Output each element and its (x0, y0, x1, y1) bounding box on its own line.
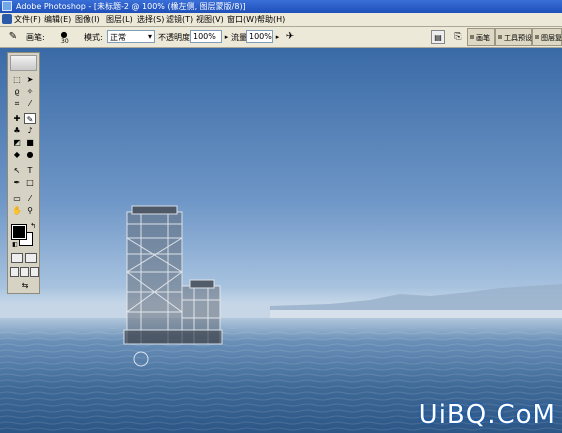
opacity-label: 不透明度: (158, 33, 193, 42)
menu-select[interactable]: 选择(S) (137, 14, 164, 25)
opacity-dropdown-icon[interactable]: ▸ (222, 30, 231, 44)
pen-tool-icon[interactable]: ✒ (11, 177, 23, 188)
clone-stamp-tool-icon[interactable]: ♣ (11, 125, 23, 136)
menu-window[interactable]: 窗口(W) (227, 14, 257, 25)
menu-view[interactable]: 视图(V) (196, 14, 224, 25)
jump-to-imageready-icon[interactable]: ⇆ (17, 280, 33, 291)
standard-mode-button[interactable] (11, 253, 23, 263)
menu-image[interactable]: 图像(I) (75, 14, 100, 25)
photoshop-logo-icon[interactable] (2, 14, 12, 24)
flow-dropdown-icon[interactable]: ▸ (273, 30, 282, 44)
canvas-image (0, 205, 562, 433)
photoshop-app-icon (2, 1, 12, 11)
shape-tool-icon[interactable]: □ (24, 177, 36, 188)
marquee-tool-icon[interactable]: ⬚ (11, 74, 23, 85)
swap-colors-icon[interactable]: ↰ (27, 221, 39, 232)
eraser-tool-icon[interactable]: ◩ (11, 137, 23, 148)
gradient-tool-icon[interactable]: ■ (24, 137, 36, 148)
screen-mode-full-menu-button[interactable] (20, 267, 29, 277)
options-bar: ✎ 画笔: ● 30 模式: 正常 ▾ 不透明度: 100% ▸ 流量: 100%… (0, 27, 562, 48)
history-brush-tool-icon[interactable]: ♪ (24, 125, 36, 136)
opacity-input[interactable]: 100% (190, 30, 222, 43)
zoom-tool-icon[interactable]: ⚲ (24, 205, 36, 216)
screen-mode-full-button[interactable] (30, 267, 39, 277)
menu-filter[interactable]: 滤镜(T) (166, 14, 193, 25)
healing-brush-tool-icon[interactable]: ✚ (11, 113, 23, 124)
menu-edit[interactable]: 编辑(E) (44, 14, 71, 25)
magic-wand-tool-icon[interactable]: ✧ (24, 86, 36, 97)
brush-tool-icon[interactable]: ✎ (24, 113, 36, 124)
file-browser-icon[interactable]: ▤ (431, 30, 445, 44)
watermark-logo: UiBQ.CoM (418, 400, 556, 430)
tab-brushes[interactable]: 画笔 (467, 28, 495, 46)
menu-help[interactable]: 帮助(H) (257, 14, 285, 25)
foreground-color-swatch[interactable] (11, 224, 27, 240)
tab-tool-presets[interactable]: 工具预设 (495, 28, 532, 46)
brush-size: 30 (61, 38, 69, 45)
menu-bar: 文件(F) 编辑(E) 图像(I) 图层(L) 选择(S) 滤镜(T) 视图(V… (0, 13, 562, 27)
window-title: Adobe Photoshop - [未标题-2 @ 100% (橡左侧, 图层… (16, 2, 246, 11)
mode-label: 模式: (84, 33, 103, 42)
type-tool-icon[interactable]: T (24, 165, 36, 176)
chevron-down-icon: ▾ (147, 32, 152, 41)
slice-tool-icon[interactable]: ⁄ (24, 98, 36, 109)
photoshop-feather-logo[interactable] (10, 55, 37, 71)
blur-tool-icon[interactable]: ◆ (11, 149, 23, 160)
document-canvas[interactable]: UiBQ.CoM (0, 48, 562, 433)
path-selection-tool-icon[interactable]: ↖ (11, 165, 23, 176)
tab-layer-comps[interactable]: 图层复合 (532, 28, 562, 46)
quick-mask-mode-button[interactable] (25, 253, 37, 263)
flow-input[interactable]: 100% (246, 30, 273, 43)
notes-tool-icon[interactable]: ▭ (11, 193, 23, 204)
toolbox: ⬚ ➤ ϱ ✧ ⌗ ⁄ ✚ ✎ ♣ ♪ ◩ ■ ◆ ● ↖ T ✒ □ ▭ ⁄ … (7, 52, 40, 294)
crop-tool-icon[interactable]: ⌗ (11, 98, 23, 109)
brush-tool-preset-icon[interactable]: ✎ (6, 30, 20, 44)
palette-well-icon[interactable]: ⎘ (451, 30, 465, 44)
screen-mode-standard-button[interactable] (10, 267, 19, 277)
default-colors-icon[interactable]: ◧ (9, 239, 21, 250)
menu-file[interactable]: 文件(F) (14, 14, 41, 25)
lasso-tool-icon[interactable]: ϱ (11, 86, 23, 97)
airbrush-icon[interactable]: ✈ (283, 30, 297, 44)
eyedropper-tool-icon[interactable]: ⁄ (24, 193, 36, 204)
hand-tool-icon[interactable]: ✋ (11, 205, 23, 216)
brush-label: 画笔: (26, 33, 45, 42)
dodge-tool-icon[interactable]: ● (24, 149, 36, 160)
move-tool-icon[interactable]: ➤ (24, 74, 36, 85)
mode-select[interactable]: 正常 ▾ (107, 30, 155, 43)
title-bar: Adobe Photoshop - [未标题-2 @ 100% (橡左侧, 图层… (0, 0, 562, 13)
menu-layer[interactable]: 图层(L) (106, 14, 133, 25)
